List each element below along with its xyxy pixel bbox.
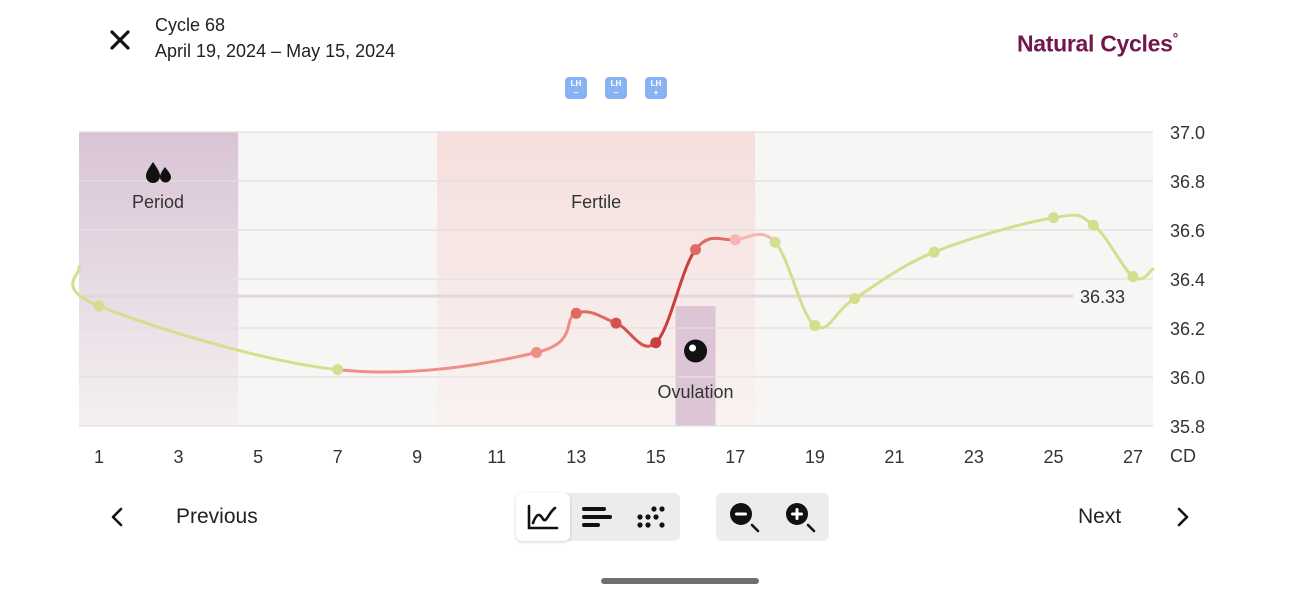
- temperature-point: [849, 293, 861, 305]
- bars-icon: [582, 507, 612, 527]
- fertile-label: Fertile: [571, 192, 621, 212]
- previous-label: Previous: [176, 505, 258, 528]
- temperature-point: [769, 236, 781, 248]
- y-tick-label: 35.8: [1170, 417, 1205, 437]
- dots-view-button[interactable]: [624, 493, 678, 541]
- lh-test-positive-badge[interactable]: LH +: [645, 77, 667, 99]
- temperature-point: [332, 364, 344, 376]
- cycle-title: Cycle 68: [155, 15, 226, 35]
- temperature-point: [93, 300, 105, 312]
- x-tick-label: 11: [487, 447, 506, 467]
- x-tick-label: 3: [174, 447, 184, 467]
- temperature-point: [530, 347, 542, 358]
- x-axis-unit: CD: [1170, 446, 1196, 466]
- coverline-label: 36.33: [1080, 287, 1125, 307]
- brand-logo: Natural Cycles°: [1017, 30, 1178, 58]
- bars-view-button[interactable]: [570, 493, 624, 541]
- lh-test-negative-badge[interactable]: LH –: [565, 77, 587, 99]
- dots-icon: [637, 506, 665, 528]
- temperature-chart[interactable]: 37.036.836.636.436.236.035.836.331 3 5 7 9 11…: [0, 110, 1300, 480]
- temperature-point: [1127, 271, 1139, 283]
- x-tick-label: 15: [646, 447, 666, 467]
- next-cycle-button[interactable]: Next: [1078, 500, 1195, 534]
- y-tick-label: 36.4: [1170, 270, 1205, 290]
- ovulation-icon: [684, 339, 708, 363]
- lh-badge-label: LH: [610, 79, 622, 88]
- brand-name: Natural Cycles: [1017, 30, 1173, 57]
- zoom-in-icon: [786, 503, 816, 533]
- temperature-point: [1047, 212, 1059, 224]
- x-tick-label: 25: [1043, 447, 1063, 467]
- line-chart-view-button[interactable]: [516, 493, 570, 541]
- lh-badge-label: LH: [650, 79, 662, 88]
- y-tick-label: 36.8: [1170, 172, 1205, 192]
- lh-badge-label: LH: [570, 79, 582, 88]
- x-tick-label: 13: [566, 447, 586, 467]
- y-tick-label: 37.0: [1170, 123, 1205, 143]
- temperature-point: [729, 234, 741, 246]
- chevron-left-icon: [111, 507, 123, 527]
- view-switcher: [516, 493, 680, 541]
- temperature-point: [690, 244, 702, 256]
- close-button[interactable]: [104, 24, 136, 56]
- home-indicator: [601, 578, 759, 584]
- temperature-point: [570, 307, 582, 319]
- chevron-right-icon: [1177, 507, 1189, 527]
- x-tick-label: 1: [94, 447, 104, 467]
- zoom-in-button[interactable]: [772, 493, 828, 541]
- ovulation-icon-highlight: [689, 344, 697, 352]
- lh-test-negative-badge[interactable]: LH –: [605, 77, 627, 99]
- x-tick-label: 7: [333, 447, 343, 467]
- temperature-point: [1087, 219, 1099, 231]
- temperature-point: [809, 320, 821, 332]
- cycle-dates: April 19, 2024 – May 15, 2024: [155, 41, 396, 61]
- close-icon: [110, 30, 130, 50]
- temperature-point: [650, 337, 662, 349]
- previous-cycle-button[interactable]: Previous: [104, 500, 258, 534]
- zoom-out-button[interactable]: [716, 493, 772, 541]
- x-tick-label: 9: [412, 447, 422, 467]
- y-tick-label: 36.0: [1170, 368, 1205, 388]
- line-chart-icon: [527, 504, 559, 530]
- y-tick-label: 36.2: [1170, 319, 1205, 339]
- x-tick-label: 19: [805, 447, 825, 467]
- x-tick-label: 5: [253, 447, 263, 467]
- next-label: Next: [1078, 505, 1122, 528]
- zoom-controls: [716, 493, 829, 541]
- lh-badge-sign: –: [573, 88, 579, 97]
- brand-mark: °: [1172, 30, 1179, 46]
- temperature-point: [610, 317, 622, 329]
- x-tick-label: 23: [964, 447, 984, 467]
- lh-badge-sign: –: [613, 88, 619, 97]
- lh-badge-sign: +: [653, 88, 659, 97]
- zoom-out-icon: [730, 503, 760, 533]
- period-label: Period: [132, 192, 184, 212]
- y-tick-label: 36.6: [1170, 221, 1205, 241]
- x-tick-label: 17: [725, 447, 745, 467]
- x-tick-label: 21: [884, 447, 904, 467]
- ovulation-label: Ovulation: [658, 382, 734, 402]
- ovulation-band: [675, 306, 716, 426]
- temperature-point: [928, 246, 940, 258]
- x-tick-label: 27: [1123, 447, 1143, 467]
